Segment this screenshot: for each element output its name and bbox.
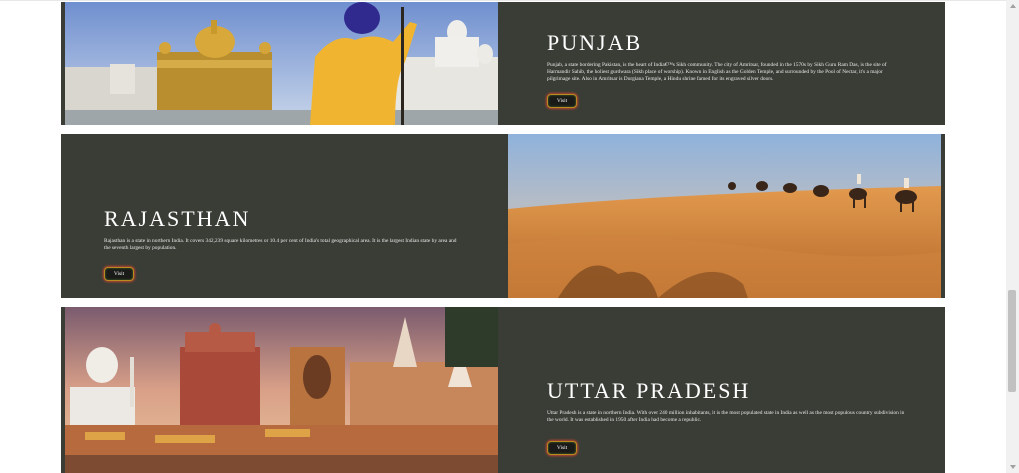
- state-description: Punjab, a state bordering Pakistan, is t…: [547, 62, 887, 82]
- state-title: UTTAR PRADESH: [547, 378, 751, 403]
- visit-button[interactable]: Visit: [547, 441, 577, 455]
- state-title: RAJASTHAN: [104, 206, 251, 231]
- state-description: Uttar Pradesh is a state in northern Ind…: [547, 410, 905, 423]
- top-border: [0, 0, 1006, 1]
- uttar-pradesh-image: [65, 307, 498, 473]
- punjab-image: [65, 2, 498, 125]
- state-card-punjab: PUNJAB Punjab, a state bordering Pakista…: [61, 2, 945, 125]
- state-title: PUNJAB: [547, 30, 643, 55]
- scroll-up-arrow-icon[interactable]: [1010, 4, 1016, 8]
- punjab-text: PUNJAB Punjab, a state bordering Pakista…: [547, 30, 907, 83]
- scroll-down-arrow-icon[interactable]: [1010, 465, 1016, 469]
- rajasthan-text: RAJASTHAN Rajasthan is a state in northe…: [104, 206, 464, 252]
- rajasthan-image: [508, 134, 941, 298]
- state-card-rajasthan: RAJASTHAN Rajasthan is a state in northe…: [61, 134, 945, 298]
- state-card-uttar-pradesh: UTTAR PRADESH Uttar Pradesh is a state i…: [61, 307, 945, 473]
- uttar-pradesh-text: UTTAR PRADESH Uttar Pradesh is a state i…: [547, 378, 907, 424]
- visit-button[interactable]: Visit: [547, 94, 577, 108]
- page-scrollbar[interactable]: [1006, 0, 1019, 473]
- scrollbar-thumb[interactable]: [1008, 290, 1016, 392]
- state-description: Rajasthan is a state in northern India. …: [104, 238, 457, 251]
- visit-button[interactable]: Visit: [104, 267, 134, 281]
